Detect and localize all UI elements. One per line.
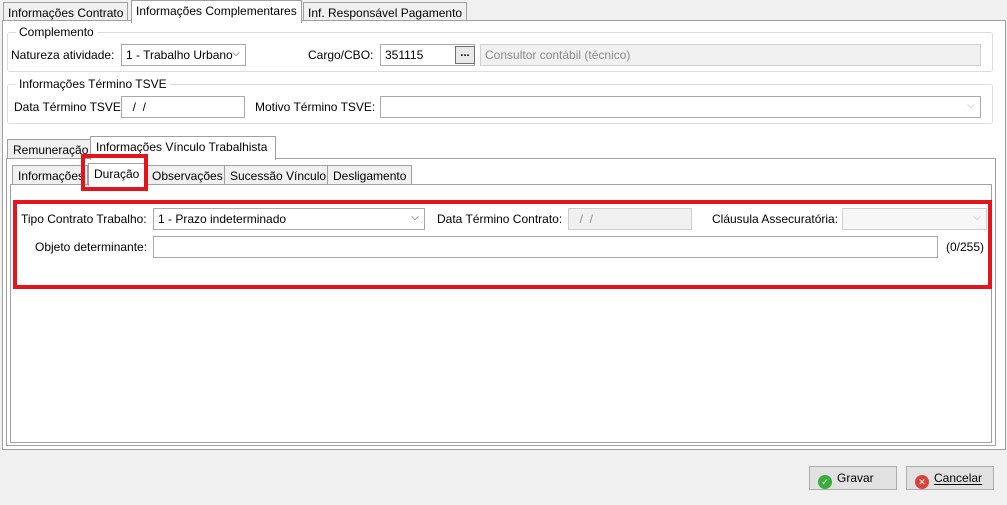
cargo-lookup-button[interactable]: ... — [455, 46, 475, 64]
tab-desligamento[interactable]: Desligamento — [327, 165, 413, 186]
termino-tsve-title: Informações Término TSVE — [16, 77, 170, 91]
objeto-character-counter: (0/255) — [946, 240, 985, 254]
objeto-determinante-label: Objeto determinante: — [35, 240, 148, 254]
motivo-termino-tsve-label: Motivo Término TSVE: — [255, 100, 376, 114]
save-label: Gravar — [837, 471, 874, 485]
check-icon: ✓ — [818, 475, 832, 489]
tipo-contrato-label: Tipo Contrato Trabalho: — [21, 212, 147, 226]
tab-observacoes[interactable]: Observações — [146, 165, 229, 186]
tab-informacoes[interactable]: Informações — [12, 165, 88, 186]
objeto-determinante-input[interactable] — [153, 236, 938, 258]
natureza-select[interactable]: 1 - Trabalho Urbano ⌵ — [121, 44, 246, 66]
cancel-button[interactable]: ✕ Cancelar — [906, 466, 994, 490]
natureza-label: Natureza atividade: — [11, 48, 115, 62]
data-termino-tsve-value: / / — [126, 100, 147, 114]
tab-informacoes-vinculo-trabalhista[interactable]: Informações Vínculo Trabalhista — [90, 136, 277, 160]
cargo-description-field: Consultor contábil (técnico) — [480, 44, 981, 66]
data-termino-contrato-value: / / — [573, 212, 594, 226]
clausula-assecuratoria-label: Cláusula Assecuratória: — [712, 212, 839, 226]
cancel-icon: ✕ — [915, 475, 929, 489]
tab-sucessao-vinculo[interactable]: Sucessão Vínculo — [224, 165, 333, 186]
tipo-contrato-value: 1 - Prazo indeterminado — [158, 212, 287, 226]
motivo-termino-tsve-select[interactable]: ⌵ — [380, 96, 981, 118]
complemento-title: Complemento — [16, 25, 97, 39]
tab-duracao[interactable]: Duração — [88, 163, 146, 186]
natureza-value: 1 - Trabalho Urbano — [126, 48, 233, 62]
tab-remuneracao[interactable]: Remuneração — [7, 139, 95, 160]
chevron-down-icon: ⌵ — [967, 100, 975, 111]
chevron-down-icon: ⌵ — [973, 212, 981, 223]
cargo-description-value: Consultor contábil (técnico) — [485, 48, 631, 62]
data-termino-tsve-input[interactable]: / / — [121, 96, 245, 118]
chevron-down-icon: ⌵ — [411, 212, 419, 223]
cargo-code-value: 351115 — [385, 48, 424, 62]
data-termino-contrato-label: Data Término Contrato: — [437, 212, 563, 226]
data-termino-tsve-label: Data Término TSVE: — [14, 100, 125, 114]
cancel-label: Cancelar — [934, 471, 983, 485]
clausula-assecuratoria-select[interactable]: ⌵ — [842, 208, 987, 230]
save-button[interactable]: ✓ Gravar — [809, 466, 897, 490]
chevron-down-icon: ⌵ — [232, 48, 240, 59]
cargo-label: Cargo/CBO: — [308, 48, 374, 62]
tab-informacoes-complementares[interactable]: Informações Complementares — [131, 0, 302, 23]
tipo-contrato-select[interactable]: 1 - Prazo indeterminado ⌵ — [153, 208, 425, 230]
data-termino-contrato-input: / / — [568, 208, 692, 230]
